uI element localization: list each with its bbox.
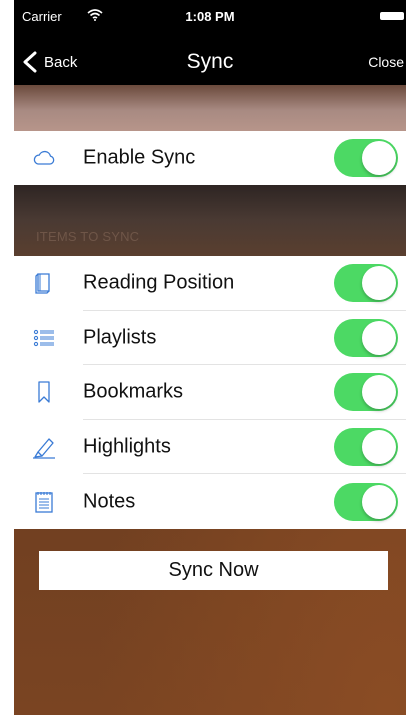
book-icon xyxy=(35,273,50,294)
sync-item-playlists: Playlists xyxy=(14,311,406,366)
bookmarks-toggle[interactable] xyxy=(334,373,398,412)
highlights-toggle[interactable] xyxy=(334,428,398,467)
sync-item-highlights: Highlights xyxy=(14,420,406,475)
notepad-icon xyxy=(35,491,53,513)
sync-item-label: Playlists xyxy=(83,326,157,349)
battery-icon xyxy=(380,12,404,20)
sync-item-bookmarks: Bookmarks xyxy=(14,365,406,420)
phone-screen: Carrier 1:08 PM Back Sync Close Enable S… xyxy=(14,0,406,715)
list-icon xyxy=(33,329,54,347)
header-backdrop xyxy=(14,85,406,131)
sync-item-label: Highlights xyxy=(83,435,171,458)
page-title: Sync xyxy=(186,50,234,73)
toggle-knob xyxy=(362,141,396,176)
bookmark-icon xyxy=(38,381,50,404)
reading-position-toggle[interactable] xyxy=(334,264,398,303)
close-button[interactable]: Close xyxy=(368,54,404,70)
enable-sync-label: Enable Sync xyxy=(83,146,196,169)
toggle-knob xyxy=(362,266,396,301)
cloud-icon xyxy=(33,151,55,165)
sync-item-label: Reading Position xyxy=(83,271,235,294)
toggle-knob xyxy=(362,430,396,465)
top-bar: Carrier 1:08 PM Back Sync Close xyxy=(14,0,406,85)
sync-now-button[interactable]: Sync Now xyxy=(39,551,388,590)
sync-items-group: Reading Position Playlists Bookmarks Hig… xyxy=(14,256,406,529)
sync-item-reading-position: Reading Position xyxy=(14,256,406,311)
sync-item-notes: Notes xyxy=(14,474,406,529)
section-backdrop xyxy=(14,185,406,256)
toggle-knob xyxy=(362,375,396,410)
sync-item-label: Notes xyxy=(83,490,136,513)
highlighter-icon xyxy=(33,438,55,459)
playlists-toggle[interactable] xyxy=(334,318,398,357)
enable-sync-row: Enable Sync xyxy=(14,131,406,186)
notes-toggle[interactable] xyxy=(334,482,398,521)
toggle-knob xyxy=(362,320,396,355)
section-header: ITEMS TO SYNC xyxy=(36,229,140,244)
enable-sync-toggle[interactable] xyxy=(334,139,398,178)
toggle-knob xyxy=(362,484,396,519)
sync-item-label: Bookmarks xyxy=(83,380,184,403)
status-time: 1:08 PM xyxy=(185,9,235,24)
enable-sync-group: Enable Sync xyxy=(14,131,406,185)
